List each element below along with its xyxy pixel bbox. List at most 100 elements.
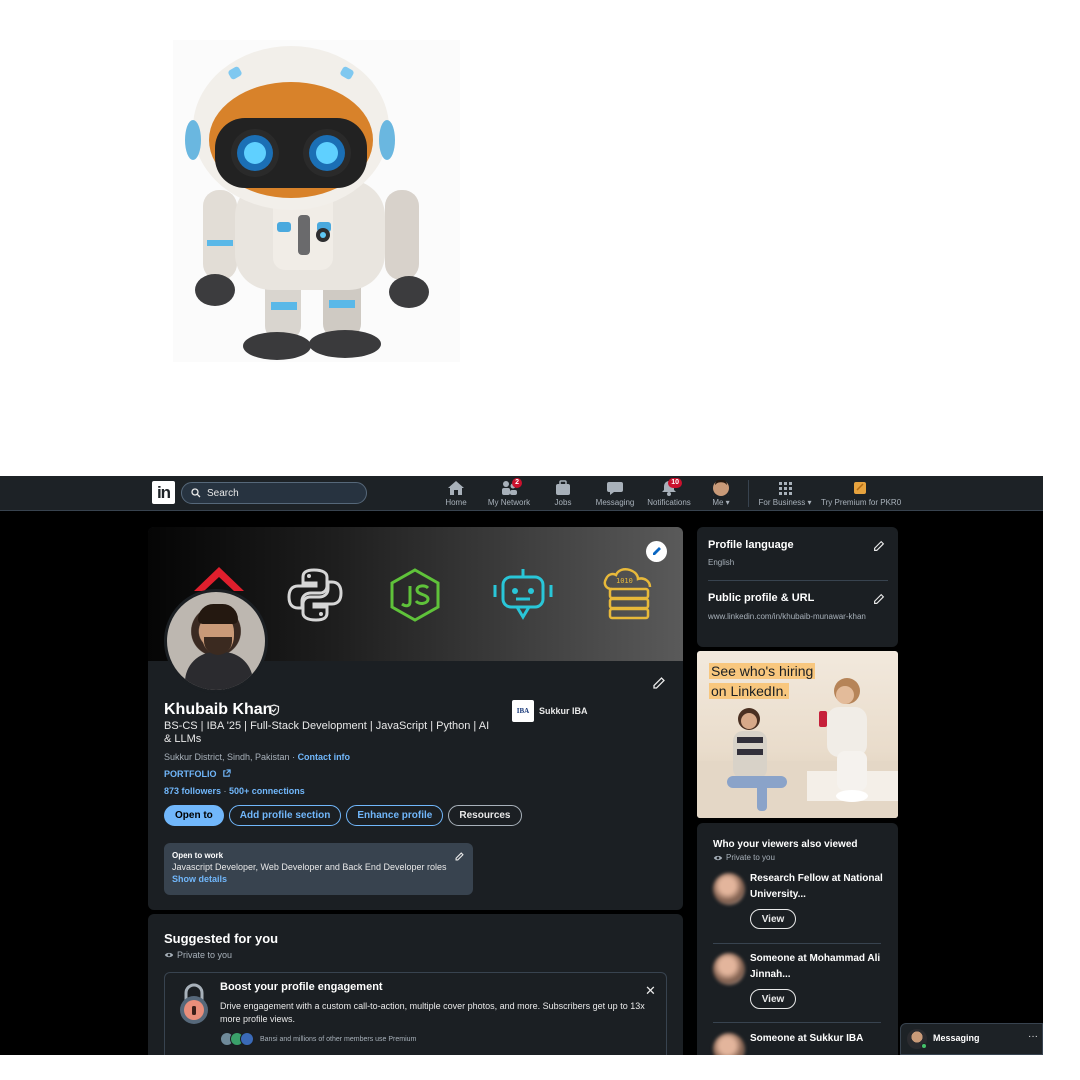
viewer-name: Someone at Sukkur IBA [750, 1033, 864, 1044]
profile-language-value: English [708, 558, 735, 567]
viewer-avatar [713, 953, 745, 985]
banner-edit-button[interactable] [646, 541, 667, 562]
profile-name: Khubaib Khan [164, 701, 273, 718]
screenshot-page: in Home 2 My Network [0, 0, 1080, 1080]
members-text: Bansi and millions of other members use … [260, 1035, 417, 1043]
profile-settings-card: Profile language English Public profile … [697, 527, 898, 647]
private-label: Private to you [726, 853, 775, 862]
nav-divider [748, 480, 749, 507]
view-button[interactable]: View [750, 909, 796, 929]
search-box[interactable] [181, 482, 367, 504]
messaging-icon [605, 480, 625, 496]
viewer-avatar [713, 1033, 745, 1055]
profile-location-line: Sukkur District, Sindh, Pakistan · Conta… [164, 752, 351, 762]
viewer-avatar [713, 873, 745, 905]
online-status-dot [921, 1043, 927, 1049]
profile-language-title: Profile language [708, 539, 794, 551]
close-icon[interactable]: ✕ [645, 983, 656, 999]
divider [708, 580, 888, 581]
divider [713, 943, 881, 944]
pencil-icon[interactable] [872, 539, 886, 553]
open-to-button[interactable]: Open to [164, 805, 224, 826]
nav-label: For Business [758, 498, 806, 507]
search-input[interactable] [207, 486, 357, 501]
notifications-badge: 10 [668, 478, 682, 488]
nav-label: Try Premium for PKR0 [821, 498, 902, 507]
boost-title: Boost your profile engagement [220, 981, 383, 993]
viewers-title: Who your viewers also viewed [713, 839, 858, 850]
boost-description: Drive engagement with a custom call-to-a… [220, 1001, 645, 1024]
linkedin-app: in Home 2 My Network [0, 476, 1043, 1055]
briefcase-icon [553, 480, 573, 496]
nav-label: Messaging [595, 498, 635, 507]
connections-link[interactable]: 500+ connections [229, 786, 305, 796]
robot-illustration [173, 40, 460, 362]
public-profile-url: www.linkedin.com/in/khubaib-munawar-khan [708, 612, 866, 621]
contact-info-link[interactable]: Contact info [298, 752, 351, 762]
resources-button[interactable]: Resources [448, 805, 522, 826]
open-to-work-title: Open to work [172, 851, 224, 860]
premium-members: Bansi and millions of other members use … [220, 1032, 416, 1046]
school-name: Sukkur IBA [539, 706, 588, 716]
chevron-down-icon: ▾ [807, 498, 812, 507]
nav-try-premium[interactable]: Try Premium for PKR0 [821, 480, 902, 510]
open-to-work-roles: Javascript Developer, Web Developer and … [172, 862, 447, 872]
nav-my-network[interactable]: 2 My Network [487, 478, 531, 510]
nav-label: Me [712, 498, 724, 507]
portfolio-link[interactable]: PORTFOLIO [164, 769, 231, 779]
nav-label: Notifications [647, 498, 691, 507]
nav-messaging[interactable]: Messaging [594, 480, 636, 510]
pencil-icon [653, 547, 661, 555]
nav-me[interactable]: Me ▾ [709, 479, 733, 510]
view-button[interactable]: View [750, 989, 796, 1009]
nav-label: My Network [487, 498, 531, 507]
bell-icon: 10 [659, 478, 682, 496]
verified-shield-icon[interactable] [268, 704, 280, 716]
external-link-icon [223, 769, 231, 777]
me-avatar [711, 479, 731, 500]
more-icon[interactable]: ··· [1028, 1031, 1038, 1042]
messaging-label: Messaging [933, 1033, 980, 1043]
svg-text:1010: 1010 [616, 577, 633, 585]
hiring-ad[interactable]: See who's hiring on LinkedIn. [697, 651, 898, 818]
nav-label: Home [445, 498, 467, 507]
profile-photo[interactable] [164, 589, 268, 693]
nodejs-icon [390, 568, 440, 622]
pencil-icon[interactable] [872, 592, 886, 606]
premium-icon [850, 480, 870, 496]
network-icon: 2 [499, 478, 522, 496]
grid-icon [775, 480, 795, 496]
add-profile-section-button[interactable]: Add profile section [228, 805, 342, 826]
lock-icon [180, 983, 208, 1024]
python-icon [287, 568, 343, 622]
nav-jobs[interactable]: Jobs [551, 480, 575, 510]
member-avatar [240, 1032, 254, 1046]
enhance-profile-button[interactable]: Enhance profile [346, 805, 444, 826]
nav-for-business[interactable]: For Business ▾ [757, 480, 813, 510]
divider [713, 1022, 881, 1023]
profile-headline: BS-CS | IBA '25 | Full-Stack Development… [164, 720, 490, 745]
viewers-also-viewed-card: Who your viewers also viewed Private to … [697, 823, 898, 1055]
pencil-icon[interactable] [651, 675, 667, 691]
eye-icon [164, 952, 174, 958]
nav-home[interactable]: Home [444, 480, 468, 510]
boost-engagement-card[interactable]: Boost your profile engagement ✕ Drive en… [164, 972, 667, 1055]
suggested-card: Suggested for you Private to you Boost y… [148, 914, 683, 1055]
pencil-icon[interactable] [454, 851, 465, 862]
viewer-name: Someone at Mohammad Ali Jinnah... [750, 953, 881, 980]
show-details-link[interactable]: Show details [172, 874, 227, 884]
chevron-down-icon: ▾ [725, 498, 730, 507]
nav-notifications[interactable]: 10 Notifications [645, 478, 693, 510]
followers-link[interactable]: 873 followers [164, 786, 221, 796]
location-text: Sukkur District, Sindh, Pakistan [164, 752, 290, 762]
viewer-name: Research Fellow at National University..… [750, 873, 883, 900]
profile-card: 1010 Khubaib Khan BS-CS | IBA '25 | Full… [148, 527, 683, 910]
linkedin-logo[interactable]: in [152, 481, 175, 504]
network-stats: 873 followers · 500+ connections [164, 786, 305, 796]
top-navbar: in Home 2 My Network [0, 476, 1043, 511]
messaging-dock[interactable]: Messaging ··· [900, 1023, 1043, 1055]
education-link[interactable]: IBA Sukkur IBA [512, 700, 588, 722]
eye-icon [713, 855, 723, 860]
school-logo: IBA [512, 700, 534, 722]
public-profile-title: Public profile & URL [708, 592, 815, 604]
